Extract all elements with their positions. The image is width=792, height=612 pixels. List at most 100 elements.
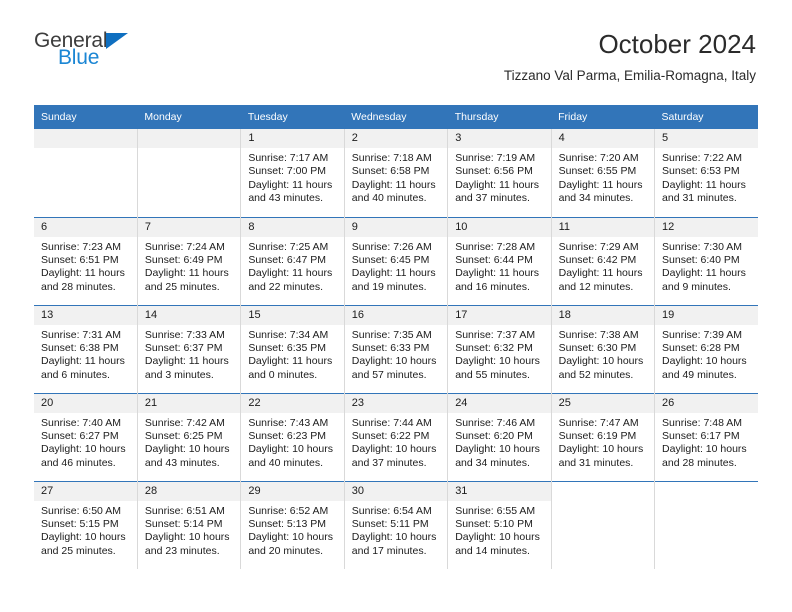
sunrise-text: Sunrise: 7:20 AM [558,152,639,164]
sunset-text: Sunset: 5:14 PM [144,517,223,530]
calendar-day-cell[interactable]: 24 Sunrise: 7:46 AM Sunset: 6:20 PM Dayligh… [447,392,552,481]
logo-triangle-icon [106,33,129,49]
day-number: 27 [34,481,137,501]
day-number: 21 [137,393,241,413]
calendar-day-cell[interactable]: 6 Sunrise: 7:23 AM Sunset: 6:51 PM Daylight… [34,216,138,305]
day-details: Sunrise: 7:25 AM Sunset: 6:47 PM Daylight:… [241,237,343,295]
calendar-day-cell[interactable]: 21 Sunrise: 7:42 AM Sunset: 6:25 PM Dayligh… [137,392,242,481]
day-number: 22 [241,393,344,413]
calendar-day-cell[interactable]: 12 Sunrise: 7:30 AM Sunset: 6:40 PM Dayligh… [654,216,758,305]
calendar-day-cell[interactable]: 30 Sunrise: 6:54 AM Sunset: 5:11 PM Dayligh… [344,480,449,569]
calendar-day-cell[interactable]: 5 Sunrise: 7:22 AM Sunset: 6:53 PM Daylight… [655,129,758,217]
calendar-week-row: 20 Sunrise: 7:40 AM Sunset: 6:27 PM Dayligh… [34,392,758,481]
sunset-text: Sunset: 6:47 PM [248,253,326,266]
daylight-text: Daylight: 11 hours and 6 minutes. [41,355,125,381]
day-number: 12 [655,217,758,237]
calendar-empty-cell [137,129,242,217]
calendar-day-cell[interactable]: 28 Sunrise: 6:51 AM Sunset: 5:14 PM Dayligh… [137,480,242,569]
calendar-empty-cell [551,480,656,569]
calendar-day-cell[interactable]: 17 Sunrise: 7:37 AM Sunset: 6:32 PM Dayligh… [447,304,552,393]
day-details: Sunrise: 7:31 AM Sunset: 6:38 PM Daylight:… [34,325,137,383]
day-number: 23 [344,393,448,413]
day-details: Sunrise: 7:22 AM Sunset: 6:53 PM Daylight:… [655,148,758,206]
calendar-day-cell[interactable]: 13 Sunrise: 7:31 AM Sunset: 6:38 PM Dayligh… [34,304,138,393]
sunrise-text: Sunrise: 7:44 AM [351,416,432,429]
calendar-header-row: Sunday Monday Tuesday Wednesday Thursday Frid… [34,105,758,129]
sunrise-text: Sunrise: 7:30 AM [662,240,742,253]
day-number: 16 [344,305,448,325]
day-number: 10 [448,217,551,237]
sunrise-text: Sunrise: 7:34 AM [248,328,329,341]
day-details: Sunrise: 6:51 AM Sunset: 5:14 PM Daylight:… [138,501,240,559]
daylight-text: Daylight: 11 hours and 0 minutes. [248,355,333,381]
calendar-day-cell[interactable]: 15 Sunrise: 7:34 AM Sunset: 6:35 PM Dayligh… [240,304,345,393]
sunrise-text: Sunrise: 7:33 AM [144,328,225,341]
daylight-text: Daylight: 11 hours and 37 minutes. [455,178,540,205]
calendar-day-cell[interactable]: 23 Sunrise: 7:44 AM Sunset: 6:22 PM Dayligh… [344,392,449,481]
calendar-day-cell[interactable]: 20 Sunrise: 7:40 AM Sunset: 6:27 PM Dayligh… [34,392,138,481]
sunset-text: Sunset: 6:22 PM [351,429,430,442]
calendar-day-cell[interactable]: 4 Sunrise: 7:20 AM Sunset: 6:55 PM Daylight… [551,129,656,217]
day-number: 19 [655,305,758,325]
sunrise-text: Sunrise: 6:54 AM [351,504,432,517]
sunrise-text: Sunrise: 7:47 AM [558,416,639,429]
general-blue-logo[interactable]: General Blue [34,30,154,76]
daylight-text: Daylight: 10 hours and 28 minutes. [662,443,747,469]
sunrise-text: Sunrise: 6:55 AM [455,504,536,517]
day-details: Sunrise: 6:50 AM Sunset: 5:15 PM Daylight:… [34,501,137,559]
daylight-text: Daylight: 10 hours and 34 minutes. [455,443,540,469]
calendar-day-cell[interactable]: 16 Sunrise: 7:35 AM Sunset: 6:33 PM Dayligh… [344,304,449,393]
calendar-day-cell[interactable]: 27 Sunrise: 6:50 AM Sunset: 5:15 PM Dayligh… [34,480,138,569]
sunset-text: Sunset: 6:32 PM [455,341,533,354]
calendar-week-row: 27 Sunrise: 6:50 AM Sunset: 5:15 PM Dayligh… [34,480,758,569]
sunrise-text: Sunrise: 7:29 AM [558,240,639,253]
day-number: 11 [551,217,655,237]
day-details: Sunrise: 7:33 AM Sunset: 6:37 PM Daylight:… [138,325,240,383]
calendar-day-cell[interactable]: 10 Sunrise: 7:28 AM Sunset: 6:44 PM Dayligh… [447,216,552,305]
day-number: 2 [344,129,448,148]
day-number: 8 [241,217,344,237]
sunset-text: Sunset: 5:11 PM [351,517,429,530]
day-details: Sunrise: 7:44 AM Sunset: 6:22 PM Daylight:… [345,413,447,471]
calendar-day-cell[interactable]: 8 Sunrise: 7:25 AM Sunset: 6:47 PM Daylight… [240,216,345,305]
day-number: 24 [448,393,551,413]
calendar-day-cell[interactable]: 11 Sunrise: 7:29 AM Sunset: 6:42 PM Dayligh… [551,216,656,305]
day-details: Sunrise: 6:55 AM Sunset: 5:10 PM Daylight:… [448,501,550,559]
sunset-text: Sunset: 7:00 PM [248,165,326,178]
day-number: 26 [655,393,758,413]
calendar-day-cell[interactable]: 26 Sunrise: 7:48 AM Sunset: 6:17 PM Dayligh… [654,392,758,481]
daylight-text: Daylight: 10 hours and 55 minutes. [455,355,540,381]
calendar-day-cell[interactable]: 7 Sunrise: 7:24 AM Sunset: 6:49 PM Daylight… [137,216,242,305]
calendar-day-cell[interactable]: 9 Sunrise: 7:26 AM Sunset: 6:45 PM Daylight… [344,216,449,305]
day-details: Sunrise: 7:37 AM Sunset: 6:32 PM Daylight:… [448,325,550,383]
calendar-day-cell[interactable]: 31 Sunrise: 6:55 AM Sunset: 5:10 PM Dayligh… [447,480,552,569]
daylight-text: Daylight: 11 hours and 16 minutes. [455,267,540,293]
day-number: 1 [241,129,344,148]
calendar-day-cell[interactable]: 29 Sunrise: 6:52 AM Sunset: 5:13 PM Dayligh… [240,480,345,569]
sunset-text: Sunset: 6:37 PM [144,341,223,354]
sunset-text: Sunset: 6:45 PM [351,253,430,266]
sunset-text: Sunset: 6:49 PM [144,253,223,266]
calendar-day-cell[interactable]: 18 Sunrise: 7:38 AM Sunset: 6:30 PM Dayligh… [551,304,656,393]
day-number: 5 [655,129,758,148]
day-details: Sunrise: 6:52 AM Sunset: 5:13 PM Daylight:… [241,501,343,559]
calendar-day-cell[interactable]: 14 Sunrise: 7:33 AM Sunset: 6:37 PM Dayligh… [137,304,242,393]
sunrise-text: Sunrise: 7:22 AM [662,152,742,164]
calendar-day-cell[interactable]: 19 Sunrise: 7:39 AM Sunset: 6:28 PM Dayligh… [654,304,758,393]
sunset-text: Sunset: 6:23 PM [248,429,326,442]
calendar-day-cell[interactable]: 22 Sunrise: 7:43 AM Sunset: 6:23 PM Dayligh… [240,392,345,481]
calendar-day-cell[interactable]: 3 Sunrise: 7:19 AM Sunset: 6:56 PM Daylight… [447,129,552,217]
sunrise-text: Sunrise: 7:31 AM [41,328,121,341]
day-details: Sunrise: 7:47 AM Sunset: 6:19 PM Daylight:… [552,413,654,471]
day-number [34,129,137,148]
sunset-text: Sunset: 5:10 PM [455,517,533,530]
calendar-day-cell[interactable]: 25 Sunrise: 7:47 AM Sunset: 6:19 PM Dayligh… [551,392,656,481]
day-number: 17 [448,305,551,325]
calendar-day-cell[interactable]: 1 Sunrise: 7:17 AM Sunset: 7:00 PM Daylight… [240,129,345,217]
sunrise-text: Sunrise: 7:38 AM [558,328,639,341]
title-block: October 2024 Tizzano Val Parma, Emilia-R… [504,29,756,84]
day-details: Sunrise: 7:29 AM Sunset: 6:42 PM Daylight:… [552,237,654,295]
calendar-day-cell[interactable]: 2 Sunrise: 7:18 AM Sunset: 6:58 PM Daylight… [344,129,449,217]
day-number: 6 [34,217,137,237]
daylight-text: Daylight: 11 hours and 28 minutes. [41,267,125,293]
